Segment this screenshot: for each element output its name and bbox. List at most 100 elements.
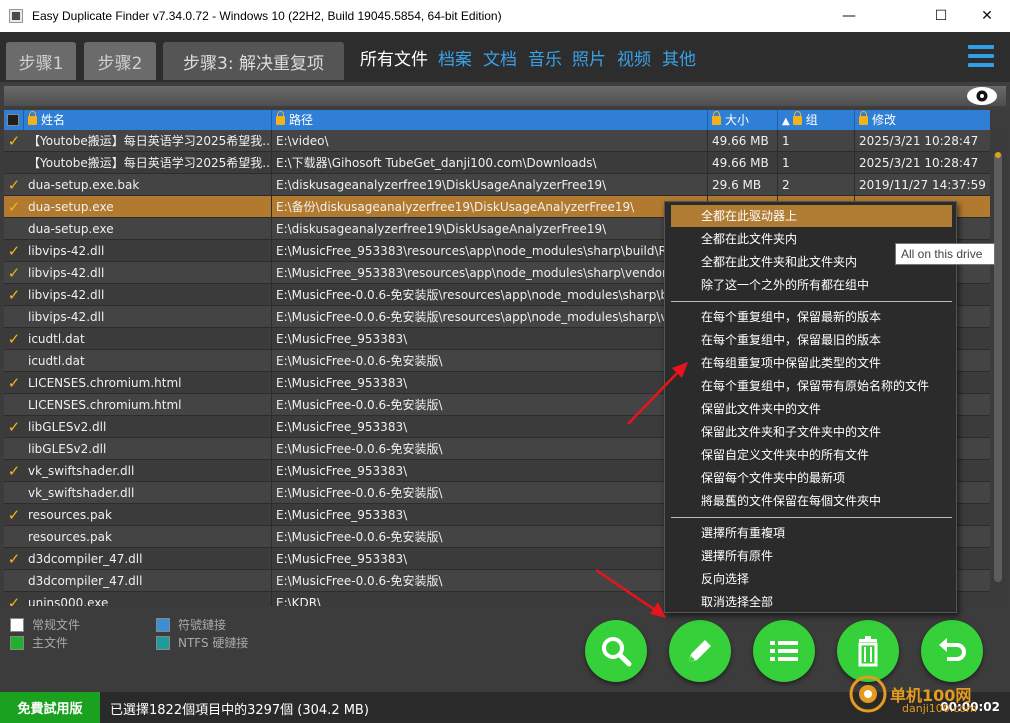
hamburger-menu-icon[interactable]	[968, 45, 994, 67]
row-checkbox[interactable]: ✓	[4, 372, 24, 394]
file-path-cell: E:\KDR\	[272, 592, 708, 606]
context-menu-item[interactable]: 保留每个文件夹中的最新项	[671, 467, 952, 489]
search-button[interactable]	[585, 620, 647, 682]
column-size[interactable]: 大小	[708, 110, 778, 130]
file-path-cell: E:\MusicFree_953383\resources\app\node_m…	[272, 240, 708, 262]
context-menu-item[interactable]: 保留此文件夹中的文件	[671, 398, 952, 420]
group-cell: 1	[778, 152, 855, 174]
app-icon	[9, 9, 23, 23]
context-menu-item[interactable]: 在每组重复项中保留此类型的文件	[671, 352, 952, 374]
file-name-cell: unins000.exe	[24, 592, 272, 606]
table-row[interactable]: ✓ dua-setup.exe.bak E:\diskusageanalyzerfr…	[4, 174, 990, 196]
category-other[interactable]: 其他	[662, 45, 696, 70]
file-name-cell: dua-setup.exe.bak	[24, 174, 272, 196]
lock-icon	[792, 111, 802, 125]
row-checkbox[interactable]: ✓	[4, 240, 24, 262]
context-menu-item[interactable]: 選擇所有重複項	[671, 522, 952, 544]
column-path[interactable]: 路径	[272, 110, 708, 130]
row-checkbox[interactable]: ✓	[4, 196, 24, 218]
file-path-cell: E:\MusicFree_953383\	[272, 504, 708, 526]
column-name[interactable]: 姓名	[24, 110, 272, 130]
tab-step-3[interactable]: 步骤3: 解决重复项	[163, 42, 344, 80]
row-checkbox[interactable]	[4, 394, 24, 416]
selection-summary: 已選擇1822個項目中的3297個 (304.2 MB)	[110, 703, 369, 718]
context-menu-item[interactable]: 將最舊的文件保留在每個文件夾中	[671, 490, 952, 512]
context-menu-item[interactable]: 除了这一个之外的所有都在组中	[671, 274, 952, 296]
trial-badge[interactable]: 免費試用版	[0, 692, 100, 723]
checkmark-icon: ✓	[7, 594, 21, 606]
checkmark-icon: ✓	[7, 242, 21, 260]
eye-icon[interactable]	[966, 85, 998, 107]
category-documents[interactable]: 文档	[483, 45, 517, 70]
tab-step-2[interactable]: 步骤2	[84, 42, 156, 80]
vertical-scrollbar[interactable]	[990, 130, 1006, 606]
file-path-cell: E:\MusicFree_953383\	[272, 416, 708, 438]
column-group[interactable]: ▲ 组	[778, 110, 855, 130]
file-name-cell: libvips-42.dll	[24, 306, 272, 328]
context-menu-item[interactable]: 在每个重复组中，保留带有原始名称的文件	[671, 375, 952, 397]
context-menu-item[interactable]: 在每个重复组中，保留最旧的版本	[671, 329, 952, 351]
category-photos[interactable]: 照片	[572, 45, 606, 70]
category-videos[interactable]: 视频	[617, 45, 651, 70]
row-checkbox[interactable]: ✓	[4, 416, 24, 438]
legend-symlink: 符號鏈接	[156, 616, 226, 633]
checkmark-icon: ✓	[7, 132, 21, 150]
row-checkbox[interactable]	[4, 152, 24, 174]
scroll-position-marker	[995, 152, 1001, 158]
column-modified[interactable]: 修改	[855, 110, 990, 130]
watermark-logo-icon	[849, 675, 887, 713]
file-size-cell: 49.66 MB	[708, 152, 778, 174]
context-menu-item[interactable]: 反向选择	[671, 568, 952, 590]
file-name-cell: dua-setup.exe	[24, 218, 272, 240]
row-checkbox[interactable]: ✓	[4, 262, 24, 284]
minimize-button[interactable]: —	[826, 0, 872, 32]
row-checkbox[interactable]	[4, 350, 24, 372]
list-button[interactable]	[753, 620, 815, 682]
row-checkbox[interactable]: ✓	[4, 328, 24, 350]
context-menu-item[interactable]: 取消选择全部	[671, 591, 952, 613]
row-checkbox[interactable]: ✓	[4, 460, 24, 482]
row-checkbox[interactable]	[4, 482, 24, 504]
row-checkbox[interactable]	[4, 570, 24, 592]
maximize-button[interactable]: ☐	[918, 0, 964, 32]
row-checkbox[interactable]: ✓	[4, 548, 24, 570]
row-checkbox[interactable]: ✓	[4, 130, 24, 152]
table-row[interactable]: 【Youtobe搬运】每日英语学习2025希望我... E:\下载器\Gihoso…	[4, 152, 990, 174]
close-button[interactable]: ✕	[964, 0, 1010, 32]
file-path-cell: E:\diskusageanalyzerfree19\DiskUsageAnal…	[272, 218, 708, 240]
context-menu-item[interactable]: 全都在此驱动器上	[671, 205, 952, 227]
file-name-cell: 【Youtobe搬运】每日英语学习2025希望我...	[24, 152, 272, 174]
file-name-cell: LICENSES.chromium.html	[24, 372, 272, 394]
row-checkbox[interactable]	[4, 306, 24, 328]
row-checkbox[interactable]	[4, 526, 24, 548]
watermark: 单机100网 danji100.com	[846, 658, 1006, 722]
row-checkbox[interactable]: ✓	[4, 284, 24, 306]
scrollbar-thumb[interactable]	[994, 152, 1002, 582]
context-menu-item[interactable]: 保留自定义文件夹中的所有文件	[671, 444, 952, 466]
row-checkbox[interactable]: ✓	[4, 174, 24, 196]
modified-cell: 2025/3/21 10:28:47	[859, 134, 979, 148]
category-archives[interactable]: 档案	[438, 45, 472, 70]
header: 步骤1 步骤2 步骤3: 解决重复项 所有文件 档案 文档 音乐 照片 视频 其…	[0, 32, 1010, 82]
file-path-cell: E:\MusicFree-0.0.6-免安装版\	[272, 570, 708, 592]
row-checkbox[interactable]	[4, 438, 24, 460]
file-path-cell: E:\MusicFree-0.0.6-免安装版\	[272, 350, 708, 372]
tab-step-1[interactable]: 步骤1	[6, 42, 76, 80]
row-checkbox[interactable]: ✓	[4, 592, 24, 606]
row-checkbox[interactable]: ✓	[4, 504, 24, 526]
category-music[interactable]: 音乐	[528, 45, 562, 70]
select-all-checkbox[interactable]	[4, 110, 24, 130]
category-all-files[interactable]: 所有文件	[360, 45, 428, 70]
context-menu-item[interactable]: 在每个重复组中，保留最新的版本	[671, 306, 952, 328]
file-path-cell: E:\diskusageanalyzerfree19\DiskUsageAnal…	[272, 174, 708, 196]
context-menu-item[interactable]: 選擇所有原件	[671, 545, 952, 567]
file-name-cell: d3dcompiler_47.dll	[24, 548, 272, 570]
file-path-cell: E:\备份\diskusageanalyzerfree19\DiskUsageA…	[272, 196, 708, 218]
edit-button[interactable]	[669, 620, 731, 682]
file-name-cell: vk_swiftshader.dll	[24, 482, 272, 504]
magnifier-icon	[602, 637, 632, 667]
context-menu-item[interactable]: 保留此文件夹和子文件夹中的文件	[671, 421, 952, 443]
table-row[interactable]: ✓ 【Youtobe搬运】每日英语学习2025希望我... E:\video\ 49.…	[4, 130, 990, 152]
row-checkbox[interactable]	[4, 218, 24, 240]
lock-icon	[859, 111, 868, 125]
